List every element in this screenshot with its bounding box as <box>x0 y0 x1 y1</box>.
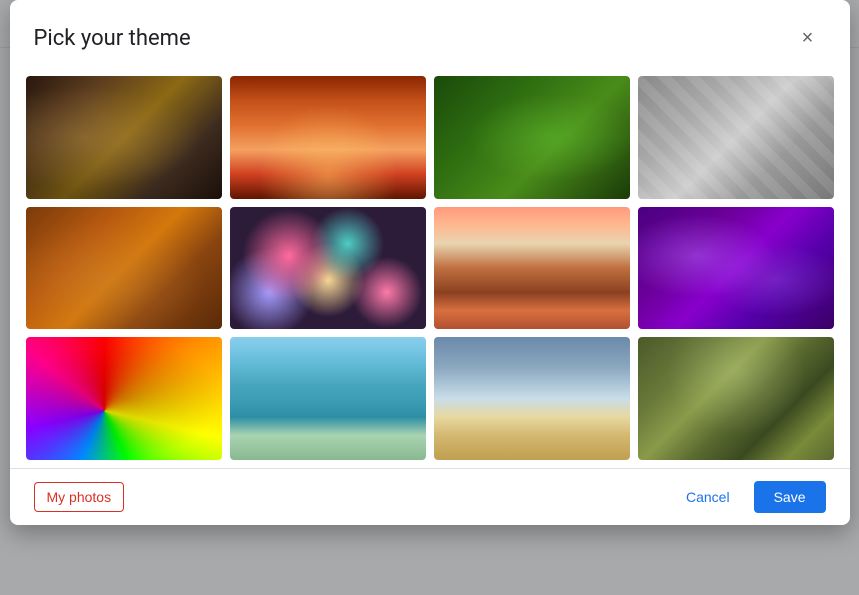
save-button[interactable]: Save <box>754 481 826 513</box>
theme-item-lake[interactable] <box>230 337 426 460</box>
theme-item-rainbow-water[interactable] <box>26 337 222 460</box>
theme-picker-modal: Pick your theme × My photos Cancel Save <box>10 0 850 525</box>
theme-item-jellyfish[interactable] <box>638 207 834 330</box>
theme-item-leaves[interactable] <box>26 207 222 330</box>
theme-grid-container[interactable] <box>10 72 850 468</box>
footer-actions: Cancel Save <box>670 481 826 513</box>
modal-footer: My photos Cancel Save <box>10 468 850 525</box>
theme-item-beach[interactable] <box>434 337 630 460</box>
theme-item-tubes[interactable] <box>638 76 834 199</box>
theme-item-chess[interactable] <box>26 76 222 199</box>
cancel-button[interactable]: Cancel <box>670 481 746 513</box>
modal-close-button[interactable]: × <box>790 20 826 56</box>
modal-title: Pick your theme <box>34 26 191 51</box>
modal-backdrop: Pick your theme × My photos Cancel Save <box>0 0 859 595</box>
theme-item-horseshoe[interactable] <box>434 207 630 330</box>
modal-header: Pick your theme × <box>10 0 850 72</box>
theme-grid <box>26 72 834 468</box>
theme-item-caterpillar[interactable] <box>434 76 630 199</box>
theme-item-bokeh[interactable] <box>230 207 426 330</box>
theme-item-canyon[interactable] <box>230 76 426 199</box>
theme-item-forest[interactable] <box>638 337 834 460</box>
my-photos-button[interactable]: My photos <box>34 482 125 512</box>
